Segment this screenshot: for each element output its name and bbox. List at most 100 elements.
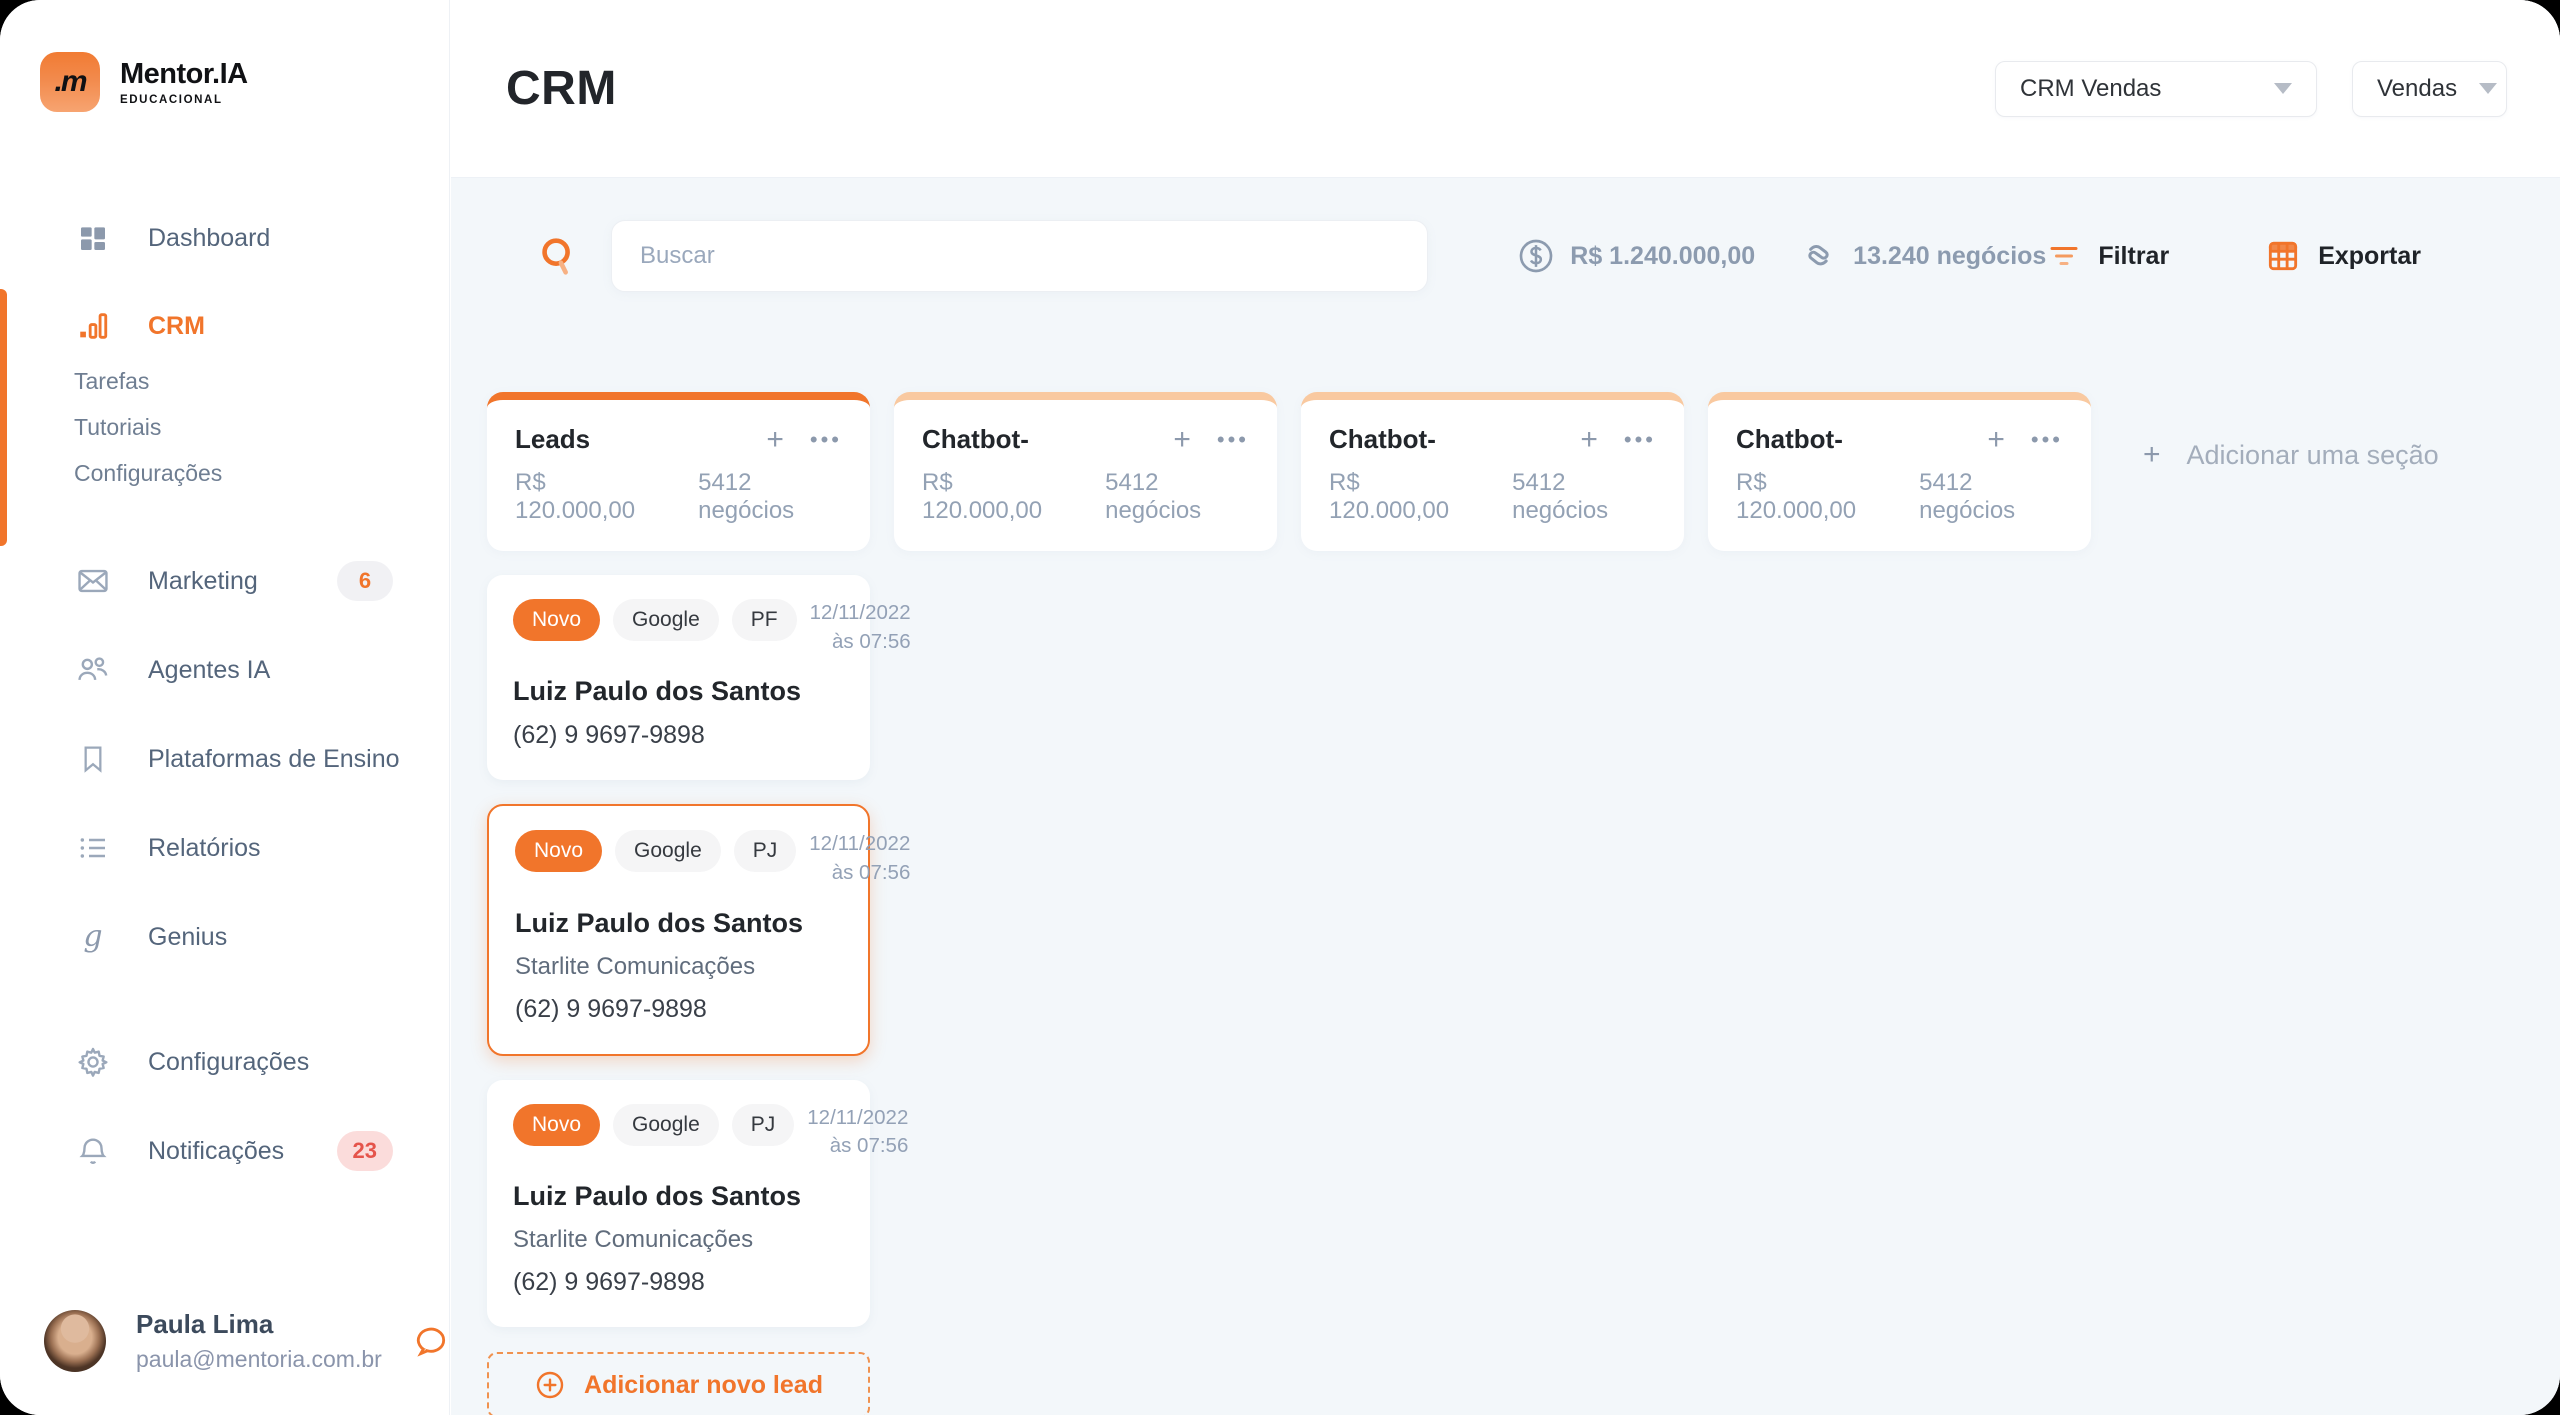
notifications-badge: 23 — [337, 1131, 393, 1171]
sidebar-item-agentes-ia[interactable]: Agentes IA — [0, 640, 449, 700]
sidebar-item-marketing[interactable]: Marketing 6 — [0, 551, 449, 611]
add-lead-label: Adicionar novo lead — [584, 1371, 823, 1400]
chevron-down-icon — [2274, 83, 2292, 94]
lead-phone: (62) 9 9697-9898 — [515, 995, 842, 1024]
sidebar-item-label: Plataformas de Ensino — [148, 745, 400, 774]
column-value: R$ 120.000,00 — [1736, 469, 1881, 525]
circled-plus-icon — [534, 1369, 566, 1401]
total-deals-text: 13.240 negócios — [1853, 242, 2046, 271]
total-value-stat: R$ 1.240.000,00 — [1516, 236, 1755, 276]
add-section-button[interactable]: + Adicionar uma seção — [2143, 438, 2439, 472]
page-title: CRM — [506, 61, 617, 116]
add-card-icon[interactable]: + — [1580, 425, 1598, 455]
sidebar-subitem-tutoriais[interactable]: Tutoriais — [0, 404, 449, 450]
segment-badge: PF — [732, 599, 797, 641]
dashboard-grid-icon — [74, 222, 112, 254]
add-lead-button[interactable]: Adicionar novo lead — [487, 1352, 870, 1415]
source-badge: Google — [613, 1104, 719, 1146]
export-label: Exportar — [2318, 242, 2421, 271]
sidebar-nav: Dashboard CRM Tarefas Tutoriais Configur… — [0, 112, 449, 1181]
handshake-icon — [1799, 236, 1839, 276]
sidebar-item-configuracoes[interactable]: Configurações — [0, 1032, 449, 1092]
user-profile[interactable]: Paula Lima paula@mentoria.com.br — [44, 1309, 417, 1373]
segment-badge: PJ — [734, 830, 797, 872]
brand-name: Mentor.IA — [120, 58, 248, 91]
view-select[interactable]: Vendas — [2352, 61, 2507, 117]
column-title: Leads — [515, 424, 590, 455]
sidebar-item-relatorios[interactable]: Relatórios — [0, 818, 449, 878]
board-column-chatbot-1: Chatbot- + ••• R$ 120.000,00 5412 negóci… — [894, 392, 1277, 551]
search-input[interactable] — [611, 220, 1428, 292]
column-value: R$ 120.000,00 — [1329, 469, 1474, 525]
lead-name: Luiz Paulo dos Santos — [513, 1181, 844, 1212]
sidebar-item-label: CRM — [148, 312, 205, 341]
crm-submenu: Tarefas Tutoriais Configurações — [0, 358, 449, 496]
sidebar-item-genius[interactable]: g Genius — [0, 907, 449, 967]
main-content: CRM CRM Vendas Vendas — [451, 0, 2560, 1415]
column-header: Chatbot- + ••• R$ 120.000,00 5412 negóci… — [1708, 392, 2091, 551]
bar-chart-icon — [74, 309, 112, 343]
sidebar-item-crm[interactable]: CRM — [0, 296, 449, 356]
crm-board-select-value: CRM Vendas — [2020, 75, 2161, 103]
column-menu-icon[interactable]: ••• — [810, 429, 842, 451]
sidebar-item-label: Notificações — [148, 1137, 284, 1166]
toolbar: R$ 1.240.000,00 13.240 negócios Fil — [451, 220, 2560, 292]
chat-bubble-icon[interactable] — [412, 1322, 450, 1360]
table-export-icon — [2264, 237, 2302, 275]
column-menu-icon[interactable]: ••• — [1217, 429, 1249, 451]
genius-g-icon: g — [74, 922, 112, 952]
search-icon[interactable] — [535, 233, 581, 279]
card-timestamp: 12/11/2022às 07:56 — [810, 599, 911, 656]
column-title: Chatbot- — [1736, 424, 1843, 455]
users-icon — [74, 653, 112, 687]
total-value-text: R$ 1.240.000,00 — [1570, 242, 1755, 271]
sidebar-item-notificacoes[interactable]: Notificações 23 — [0, 1121, 449, 1181]
column-deals: 5412 negócios — [1512, 469, 1656, 525]
sidebar-item-label: Relatórios — [148, 834, 261, 863]
column-menu-icon[interactable]: ••• — [1624, 429, 1656, 451]
add-card-icon[interactable]: + — [766, 425, 784, 455]
sidebar-subitem-configuracoes[interactable]: Configurações — [0, 450, 449, 496]
total-deals-stat: 13.240 negócios — [1799, 236, 2046, 276]
column-value: R$ 120.000,00 — [922, 469, 1067, 525]
lead-company: Starlite Comunicações — [513, 1226, 844, 1254]
lead-company: Starlite Comunicações — [515, 953, 842, 981]
lead-card[interactable]: Novo Google PF 12/11/2022às 07:56 Luiz P… — [487, 575, 870, 780]
lead-card-selected[interactable]: Novo Google PJ 12/11/2022às 07:56 Luiz P… — [487, 804, 870, 1055]
source-badge: Google — [613, 599, 719, 641]
lead-card[interactable]: Novo Google PJ 12/11/2022às 07:56 Luiz P… — [487, 1080, 870, 1327]
filter-button[interactable]: Filtrar — [2046, 238, 2169, 274]
lead-phone: (62) 9 9697-9898 — [513, 721, 844, 750]
column-deals: 5412 negócios — [1919, 469, 2063, 525]
sidebar-item-label: Agentes IA — [148, 656, 270, 685]
card-timestamp: 12/11/2022às 07:56 — [807, 1104, 908, 1161]
app-window: .m Mentor.IA EDUCACIONAL Dashboard — [0, 0, 2560, 1415]
sidebar-item-dashboard[interactable]: Dashboard — [0, 208, 449, 268]
brand-logo-icon: .m — [40, 52, 100, 112]
envelope-icon — [74, 564, 112, 598]
segment-badge: PJ — [732, 1104, 795, 1146]
add-section-label: Adicionar uma seção — [2187, 440, 2439, 471]
crm-board-select[interactable]: CRM Vendas — [1995, 61, 2317, 117]
add-card-icon[interactable]: + — [1173, 425, 1191, 455]
filter-icon — [2046, 238, 2082, 274]
page-header: CRM CRM Vendas Vendas — [451, 0, 2560, 178]
sidebar-item-label: Genius — [148, 923, 227, 952]
export-button[interactable]: Exportar — [2264, 237, 2421, 275]
gear-icon — [74, 1045, 112, 1079]
column-menu-icon[interactable]: ••• — [2031, 429, 2063, 451]
lead-name: Luiz Paulo dos Santos — [513, 676, 844, 707]
add-card-icon[interactable]: + — [1987, 425, 2005, 455]
column-header: Leads + ••• R$ 120.000,00 5412 negócios — [487, 392, 870, 551]
sidebar-subitem-tarefas[interactable]: Tarefas — [0, 358, 449, 404]
sidebar-item-plataformas[interactable]: Plataformas de Ensino — [0, 729, 449, 789]
board-column-chatbot-3: Chatbot- + ••• R$ 120.000,00 5412 negóci… — [1708, 392, 2091, 551]
dollar-circle-icon — [1516, 236, 1556, 276]
column-value: R$ 120.000,00 — [515, 469, 660, 525]
card-timestamp: 12/11/2022às 07:56 — [809, 830, 910, 887]
chevron-down-icon — [2479, 83, 2497, 94]
lead-name: Luiz Paulo dos Santos — [515, 908, 842, 939]
board-column-chatbot-2: Chatbot- + ••• R$ 120.000,00 5412 negóci… — [1301, 392, 1684, 551]
column-title: Chatbot- — [1329, 424, 1436, 455]
column-deals: 5412 negócios — [1105, 469, 1249, 525]
